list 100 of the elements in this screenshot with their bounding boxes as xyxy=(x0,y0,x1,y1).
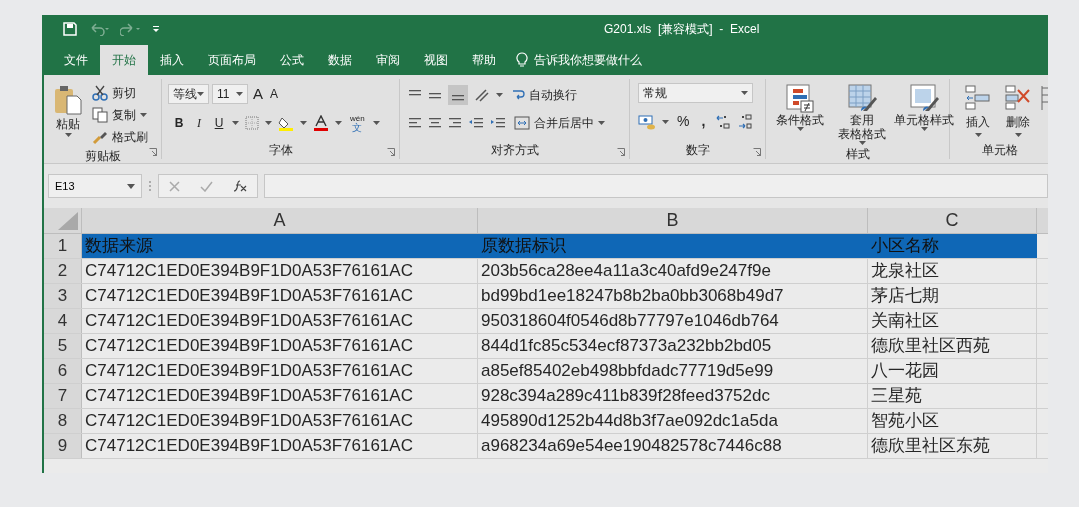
currency-icon[interactable] xyxy=(638,113,656,130)
save-icon[interactable] xyxy=(62,21,78,37)
caret-icon[interactable] xyxy=(1014,133,1022,137)
ribbon-tab[interactable]: 开始 xyxy=(100,45,148,75)
copy-icon[interactable] xyxy=(92,107,108,123)
increase-indent-icon[interactable] xyxy=(490,116,506,130)
grow-font-button[interactable]: A xyxy=(251,83,265,106)
caret-icon[interactable] xyxy=(496,93,503,97)
caret-icon[interactable] xyxy=(236,92,243,97)
formula-input[interactable] xyxy=(264,174,1048,198)
comma-button[interactable]: , xyxy=(697,111,710,132)
ribbon-button[interactable]: 复制 xyxy=(90,105,150,125)
ribbon-tab[interactable]: 视图 xyxy=(412,45,460,75)
ribbon-button[interactable]: 剪切 xyxy=(90,83,150,103)
row-header[interactable]: 1 xyxy=(44,234,82,258)
cells-button[interactable]: 删除 xyxy=(1000,85,1036,141)
insert-cells-icon[interactable] xyxy=(965,85,991,111)
search-field[interactable]: 告诉我你想要做什么 xyxy=(534,51,674,69)
caret-icon[interactable] xyxy=(858,141,866,145)
caret-icon[interactable] xyxy=(300,120,307,125)
row-header[interactable]: 9 xyxy=(44,434,82,458)
row-header[interactable]: 5 xyxy=(44,334,82,358)
column-header[interactable]: B xyxy=(478,208,868,233)
name-box[interactable]: E13 xyxy=(48,174,142,198)
table-cell: C74712C1ED0E394B9F1D0A53F76161AC xyxy=(82,259,478,283)
number-format-select[interactable]: 常规 xyxy=(638,83,754,103)
font-select[interactable]: 等线 xyxy=(168,84,209,105)
ribbon-tab[interactable]: 帮助 xyxy=(460,45,508,75)
align-center-icon[interactable] xyxy=(428,116,442,130)
orientation-icon[interactable] xyxy=(474,88,490,102)
ribbon-tab[interactable]: 数据 xyxy=(316,45,364,75)
scissors-icon[interactable] xyxy=(92,85,108,101)
caret-icon[interactable] xyxy=(598,121,605,125)
increase-decimal-icon[interactable] xyxy=(715,113,732,130)
decrease-decimal-icon[interactable] xyxy=(737,113,754,130)
bold-button[interactable]: B xyxy=(172,113,186,132)
cells-button[interactable]: 插入 xyxy=(960,85,996,141)
align-left-icon[interactable] xyxy=(408,116,422,130)
caret-icon[interactable] xyxy=(796,127,804,131)
style-button[interactable]: 条件格式 xyxy=(772,83,828,145)
format-cells-icon[interactable] xyxy=(1040,85,1048,111)
italic-button[interactable]: I xyxy=(192,113,206,132)
delete-cells-icon[interactable] xyxy=(1005,85,1031,111)
caret-icon[interactable] xyxy=(265,120,272,125)
dialog-launcher-icon[interactable] xyxy=(753,148,761,156)
dialog-launcher-icon[interactable] xyxy=(149,148,157,156)
ribbon-button[interactable]: 合并后居中 xyxy=(512,113,607,133)
lightbulb-icon[interactable] xyxy=(516,52,528,68)
caret-icon[interactable] xyxy=(197,92,204,97)
ribbon-tab[interactable]: 文件 xyxy=(52,45,100,75)
ribbon-tab[interactable]: 页面布局 xyxy=(196,45,268,75)
dialog-launcher-icon[interactable] xyxy=(387,148,395,156)
merge-icon[interactable] xyxy=(514,116,530,130)
cell-style-icon[interactable] xyxy=(909,83,939,113)
align-right-icon[interactable] xyxy=(448,116,462,130)
paintbrush-icon[interactable] xyxy=(92,129,108,145)
row-header[interactable]: 3 xyxy=(44,284,82,308)
table-cell: a85ef85402eb498bbfdadc77719d5e99 xyxy=(478,359,868,383)
table-cell: C74712C1ED0E394B9F1D0A53F76161AC xyxy=(82,309,478,333)
caret-icon[interactable] xyxy=(372,120,380,125)
decrease-indent-icon[interactable] xyxy=(468,116,484,130)
phonetic-button[interactable]: wén 文 xyxy=(348,113,367,132)
check-icon[interactable] xyxy=(200,180,213,192)
column-header[interactable]: C xyxy=(868,208,1037,233)
ribbon-tab[interactable]: 公式 xyxy=(268,45,316,75)
ribbon-tab[interactable]: 审阅 xyxy=(364,45,412,75)
row-header[interactable]: 7 xyxy=(44,384,82,408)
caret-icon[interactable] xyxy=(232,120,239,125)
table-format-icon[interactable] xyxy=(847,83,877,113)
row-header[interactable]: 6 xyxy=(44,359,82,383)
table-cell: C74712C1ED0E394B9F1D0A53F76161AC xyxy=(82,434,478,458)
caret-icon[interactable] xyxy=(335,120,342,125)
ribbon-tab[interactable]: 插入 xyxy=(148,45,196,75)
drag-handle-icon[interactable] xyxy=(148,180,152,192)
font-color-icon[interactable] xyxy=(313,114,329,131)
percent-button[interactable]: % xyxy=(675,111,692,132)
style-button[interactable]: 套用 表格格式 xyxy=(834,83,890,145)
function-icon[interactable] xyxy=(233,180,247,192)
customize-icon[interactable] xyxy=(152,24,160,34)
caret-icon[interactable] xyxy=(974,133,982,137)
dialog-launcher-icon[interactable] xyxy=(617,148,625,156)
style-button[interactable]: 单元格样式 xyxy=(896,83,952,145)
caret-icon[interactable] xyxy=(140,113,147,117)
underline-button[interactable]: U xyxy=(212,113,226,132)
font-size-select[interactable]: 11 xyxy=(212,84,248,105)
paste-button[interactable]: 粘贴 xyxy=(50,79,86,147)
row-header[interactable]: 8 xyxy=(44,409,82,433)
caret-icon[interactable] xyxy=(741,91,749,95)
row-header[interactable]: 2 xyxy=(44,259,82,283)
ribbon-button[interactable]: 格式刷 xyxy=(90,127,150,147)
column-header[interactable]: A xyxy=(82,208,478,233)
caret-icon[interactable] xyxy=(662,119,669,124)
shrink-font-button[interactable]: A xyxy=(268,85,281,104)
group-label: 样式 xyxy=(845,146,870,163)
row-header[interactable]: 4 xyxy=(44,309,82,333)
ribbon-button[interactable]: 自动换行 xyxy=(509,85,579,105)
caret-icon[interactable] xyxy=(920,127,928,131)
conditional-format-icon[interactable] xyxy=(785,83,815,113)
group-label: 字体 xyxy=(268,142,293,159)
caret-icon[interactable] xyxy=(64,133,72,137)
